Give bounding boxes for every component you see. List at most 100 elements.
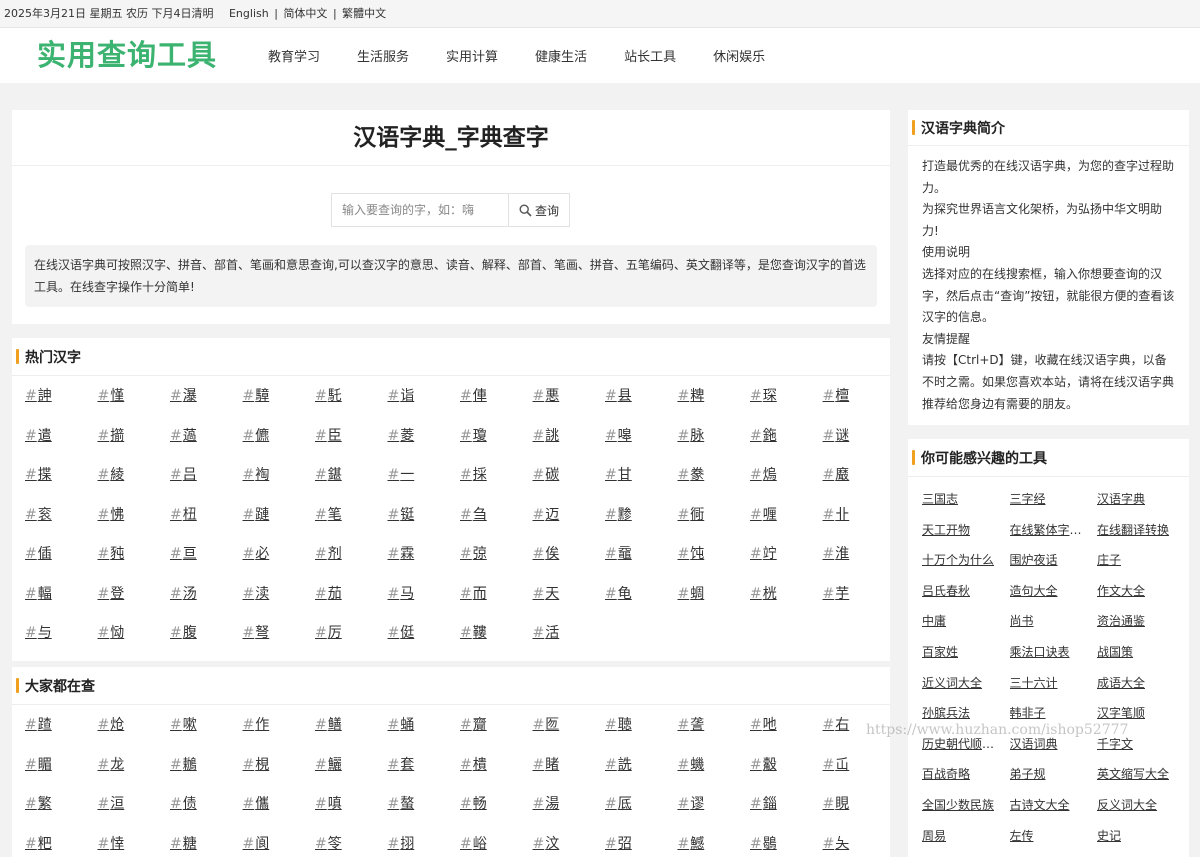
character-link[interactable]: #饨 — [678, 543, 705, 563]
character-link[interactable]: #匢 — [533, 714, 560, 734]
tool-link[interactable]: 古诗文大全 — [1010, 796, 1086, 813]
character-link[interactable]: #揲 — [25, 464, 52, 484]
character-link[interactable]: #脉 — [678, 425, 705, 445]
nav-item-education[interactable]: 教育学习 — [268, 46, 320, 65]
character-link[interactable]: #弶 — [460, 543, 487, 563]
character-link[interactable]: #喱 — [750, 504, 777, 524]
tool-link[interactable]: 全国少数民族 — [922, 796, 998, 813]
character-link[interactable]: #吕 — [170, 464, 197, 484]
character-link[interactable]: #吔 — [750, 714, 777, 734]
character-link[interactable]: #瓊 — [460, 425, 487, 445]
tool-link[interactable]: 汉字笔顺 — [1097, 704, 1173, 721]
character-link[interactable]: #畅 — [460, 793, 487, 813]
character-link[interactable]: #一 — [388, 464, 415, 484]
character-link[interactable]: #樻 — [460, 754, 487, 774]
character-link[interactable]: #鳝 — [315, 714, 342, 734]
character-link[interactable]: #弩 — [243, 622, 270, 642]
tool-link[interactable]: 百战奇略 — [922, 765, 998, 782]
character-link[interactable]: #剂 — [315, 543, 342, 563]
tool-link[interactable]: 在线繁体字转换 — [1010, 521, 1086, 538]
character-link[interactable]: #侹 — [388, 622, 415, 642]
character-link[interactable]: #县 — [605, 385, 632, 405]
character-link[interactable]: #蜩 — [678, 583, 705, 603]
character-link[interactable]: #碳 — [533, 464, 560, 484]
character-link[interactable]: #霖 — [388, 543, 415, 563]
character-link[interactable]: #瀑 — [170, 385, 197, 405]
character-link[interactable]: #熓 — [750, 464, 777, 484]
tool-link[interactable]: 弟子规 — [1010, 765, 1086, 782]
character-link[interactable]: #龟 — [605, 583, 632, 603]
character-link[interactable]: #诣 — [388, 385, 415, 405]
character-link[interactable]: #睍 — [823, 793, 850, 813]
tool-link[interactable]: 十万个为什么 — [922, 551, 998, 568]
tool-link[interactable]: 百家姓 — [922, 643, 998, 660]
tool-link[interactable]: 天工开物 — [922, 521, 998, 538]
tool-link[interactable]: 英文缩写大全 — [1097, 765, 1173, 782]
character-link[interactable]: #马 — [388, 583, 415, 603]
character-link[interactable]: #谬 — [678, 793, 705, 813]
character-link[interactable]: #菱 — [388, 425, 415, 445]
character-link[interactable]: #龙 — [98, 754, 125, 774]
character-link[interactable]: #黪 — [605, 504, 632, 524]
search-button[interactable]: 查询 — [509, 194, 569, 226]
character-link[interactable]: #檀 — [823, 385, 850, 405]
character-link[interactable]: #黀 — [823, 464, 850, 484]
tool-link[interactable]: 中庸 — [922, 612, 998, 629]
character-link[interactable]: #鱤 — [678, 833, 705, 853]
character-link[interactable]: #嗥 — [605, 425, 632, 445]
character-link[interactable]: #炝 — [98, 714, 125, 734]
tool-link[interactable]: 资治通鉴 — [1097, 612, 1173, 629]
character-link[interactable]: #竚 — [750, 543, 777, 563]
character-link[interactable]: #阆 — [243, 833, 270, 853]
character-link[interactable]: #刍 — [460, 504, 487, 524]
character-link[interactable]: #蟣 — [678, 754, 705, 774]
character-link[interactable]: #洹 — [98, 793, 125, 813]
nav-item-entertainment[interactable]: 休闲娱乐 — [713, 46, 765, 65]
search-input[interactable] — [332, 194, 509, 226]
tool-link[interactable]: 乘法口诀表 — [1010, 643, 1086, 660]
nav-item-health[interactable]: 健康生活 — [535, 46, 587, 65]
tool-link[interactable]: 反义词大全 — [1097, 796, 1173, 813]
character-link[interactable]: #桄 — [750, 583, 777, 603]
tool-link[interactable]: 汉语字典 — [1097, 490, 1173, 507]
character-link[interactable]: #而 — [460, 583, 487, 603]
nav-item-life-services[interactable]: 生活服务 — [357, 46, 409, 65]
character-link[interactable]: #詵 — [605, 754, 632, 774]
character-link[interactable]: #杻 — [170, 504, 197, 524]
character-link[interactable]: #俟 — [533, 543, 560, 563]
tool-link[interactable]: 战国策 — [1097, 643, 1173, 660]
character-link[interactable]: #綾 — [98, 464, 125, 484]
nav-item-webmaster-tools[interactable]: 站长工具 — [624, 46, 676, 65]
character-link[interactable]: #湯 — [533, 793, 560, 813]
character-link[interactable]: #铤 — [388, 504, 415, 524]
character-link[interactable]: #鱺 — [315, 754, 342, 774]
character-link[interactable]: #鞻 — [460, 622, 487, 642]
character-link[interactable]: #聴 — [605, 714, 632, 734]
character-link[interactable]: #笔 — [315, 504, 342, 524]
character-link[interactable]: #挧 — [388, 833, 415, 853]
tool-link[interactable]: 韩非子 — [1010, 704, 1086, 721]
character-link[interactable]: #繁 — [25, 793, 52, 813]
character-link[interactable]: #恸 — [98, 622, 125, 642]
character-link[interactable]: #梘 — [243, 754, 270, 774]
character-link[interactable]: #蹅 — [25, 714, 52, 734]
character-link[interactable]: #天 — [533, 583, 560, 603]
character-link[interactable]: #螯 — [388, 793, 415, 813]
character-link[interactable]: #腹 — [170, 622, 197, 642]
lang-simplified-link[interactable]: 简体中文 — [283, 7, 327, 20]
character-link[interactable]: #鶒 — [170, 754, 197, 774]
character-link[interactable]: #擶 — [98, 425, 125, 445]
character-link[interactable]: #粺 — [678, 385, 705, 405]
tool-link[interactable]: 周易 — [922, 827, 998, 844]
tool-link[interactable]: 作文大全 — [1097, 582, 1173, 599]
character-link[interactable]: #汶 — [533, 833, 560, 853]
character-link[interactable]: #俥 — [460, 385, 487, 405]
character-link[interactable]: #活 — [533, 622, 560, 642]
character-link[interactable]: #亘 — [170, 543, 197, 563]
character-link[interactable]: #慬 — [98, 385, 125, 405]
character-link[interactable]: #蹥 — [243, 504, 270, 524]
character-link[interactable]: #厎 — [605, 793, 632, 813]
character-link[interactable]: #裪 — [243, 464, 270, 484]
lang-traditional-link[interactable]: 繁體中文 — [342, 7, 386, 20]
character-link[interactable]: #儶 — [243, 793, 270, 813]
